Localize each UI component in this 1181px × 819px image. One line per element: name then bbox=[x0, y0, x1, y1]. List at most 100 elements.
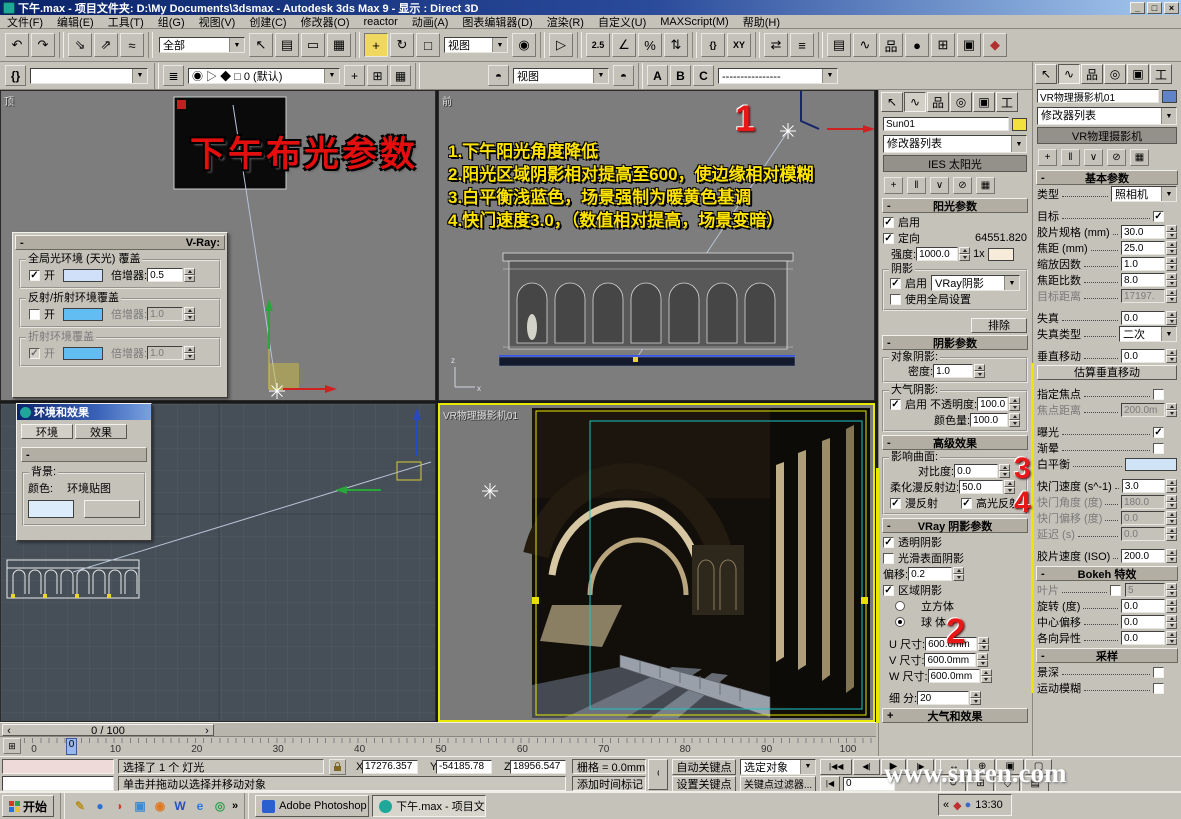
rollout-header[interactable]: -阳光参数 bbox=[882, 198, 1028, 213]
spinner-up-icon[interactable] bbox=[1166, 599, 1177, 606]
dropdown[interactable]: 照相机▼ bbox=[1111, 186, 1177, 202]
add-to-layer-icon[interactable]: ⊞ bbox=[367, 65, 388, 86]
ie-icon[interactable]: e bbox=[191, 797, 209, 815]
spinner-down-icon[interactable] bbox=[1166, 502, 1177, 509]
spinner-up-icon[interactable] bbox=[1166, 257, 1177, 264]
spinner-snap-icon[interactable]: ⇅ bbox=[664, 33, 688, 57]
spinner-up-icon[interactable] bbox=[970, 691, 981, 698]
bind-to-spacewarp-icon[interactable]: ≈ bbox=[120, 33, 144, 57]
maxscript-listener-input[interactable] bbox=[2, 776, 114, 791]
select-and-move-icon[interactable]: + bbox=[364, 33, 388, 57]
rollout-header[interactable]: -VRay 阴影参数 bbox=[882, 518, 1028, 533]
spinner-up-icon[interactable] bbox=[1166, 241, 1177, 248]
spinner-down-icon[interactable] bbox=[978, 644, 989, 651]
value-field[interactable]: 25.0 bbox=[1121, 241, 1165, 255]
window-crossing-icon[interactable]: ▦ bbox=[327, 33, 351, 57]
layer-dropdown[interactable]: ◉ ▷ ◆ □ 0 (默认)▼ bbox=[188, 68, 340, 84]
spinner[interactable] bbox=[1166, 241, 1177, 255]
menu-item-5[interactable]: 创建(C) bbox=[242, 14, 293, 30]
value-field[interactable]: 0.2 bbox=[908, 567, 952, 581]
checkbox[interactable] bbox=[961, 498, 972, 509]
curve-editor-icon[interactable]: ∿ bbox=[853, 33, 877, 57]
modify-tab-icon[interactable]: ∿ bbox=[904, 92, 926, 112]
value-field[interactable]: 0.0 bbox=[1121, 631, 1165, 645]
checkbox[interactable] bbox=[29, 309, 40, 320]
value-field[interactable]: 0.0 bbox=[1121, 349, 1165, 363]
selection-filter-dropdown[interactable]: 全部▼ bbox=[159, 37, 245, 53]
messenger-icon[interactable]: ◎ bbox=[211, 797, 229, 815]
value-field[interactable]: 0.0 bbox=[1121, 615, 1165, 629]
spinner-up-icon[interactable] bbox=[981, 669, 992, 676]
display-tab-icon[interactable]: ▣ bbox=[1127, 64, 1149, 84]
value-field[interactable]: 600.0mm bbox=[928, 669, 980, 683]
spinner-up-icon[interactable] bbox=[1166, 479, 1177, 486]
viewport-front-label[interactable]: 前 bbox=[442, 93, 452, 108]
value-field[interactable]: 8.0 bbox=[1121, 273, 1165, 287]
modifier-stack-item[interactable]: IES 太阳光 bbox=[883, 155, 1027, 172]
checkbox[interactable] bbox=[1153, 211, 1164, 222]
spinner[interactable] bbox=[1166, 403, 1177, 417]
z-coord-field[interactable]: 18956.547 bbox=[510, 760, 566, 774]
frame-forward-icon[interactable]: › bbox=[201, 725, 213, 735]
word-icon[interactable]: W bbox=[171, 797, 189, 815]
undo-icon[interactable]: ↶ bbox=[5, 33, 29, 57]
rollout-header[interactable]: -Bokeh 特效 bbox=[1036, 566, 1178, 581]
render-view-dropdown[interactable]: 视图▼ bbox=[513, 68, 609, 84]
select-and-scale-icon[interactable]: □ bbox=[416, 33, 440, 57]
value-field[interactable]: 0.0 bbox=[1121, 599, 1165, 613]
redo-icon[interactable]: ↷ bbox=[31, 33, 55, 57]
spinner-up-icon[interactable] bbox=[974, 364, 985, 371]
spinner[interactable] bbox=[1166, 495, 1177, 509]
background-color-swatch[interactable] bbox=[28, 500, 74, 518]
spinner-down-icon[interactable] bbox=[974, 371, 985, 378]
value-field[interactable]: 200.0m bbox=[1121, 403, 1165, 417]
spinner[interactable] bbox=[1166, 257, 1177, 271]
select-and-link-icon[interactable]: ⇘ bbox=[68, 33, 92, 57]
spinner[interactable] bbox=[1009, 397, 1020, 411]
checkbox[interactable] bbox=[1153, 389, 1164, 400]
menu-item-2[interactable]: 工具(T) bbox=[101, 14, 151, 30]
value-field[interactable]: 0.0 bbox=[1121, 311, 1165, 325]
mirror-icon[interactable]: ⇄ bbox=[764, 33, 788, 57]
menu-item-7[interactable]: reactor bbox=[357, 16, 405, 28]
motion-tab-icon[interactable]: ◎ bbox=[950, 92, 972, 112]
value-field[interactable]: 1000.0 bbox=[916, 247, 958, 261]
remove-modifier-icon[interactable]: ⊘ bbox=[1107, 149, 1126, 166]
reference-coordinate-dropdown[interactable]: 视图▼ bbox=[444, 37, 508, 53]
auto-key-button[interactable]: 自动关键点 bbox=[672, 759, 736, 775]
maximize-button[interactable]: □ bbox=[1147, 2, 1162, 14]
key-filters-button[interactable]: 关键点过滤器... bbox=[740, 776, 816, 792]
axis-constraint-icon[interactable]: XY bbox=[727, 33, 751, 57]
value-field[interactable]: 20 bbox=[917, 691, 969, 705]
make-unique-icon[interactable]: ∨ bbox=[1084, 149, 1103, 166]
render-preset-a-icon[interactable]: A bbox=[647, 65, 668, 86]
value-field[interactable]: 0.0 bbox=[1121, 511, 1165, 525]
value-field[interactable]: 0.0 bbox=[1121, 527, 1165, 541]
key-mode-dropdown[interactable]: 选定对象▼ bbox=[740, 759, 816, 775]
tray-icon-2[interactable]: ● bbox=[965, 799, 972, 812]
value-field[interactable]: 0.0 bbox=[954, 464, 998, 478]
spinner[interactable] bbox=[1166, 289, 1177, 303]
value-field[interactable]: 5 bbox=[1125, 583, 1165, 597]
object-color-swatch[interactable] bbox=[1162, 90, 1177, 103]
tray-icon-1[interactable]: ◆ bbox=[953, 799, 961, 812]
checkbox[interactable] bbox=[1153, 427, 1164, 438]
render-teapot-icon[interactable]: ◓ bbox=[613, 65, 634, 86]
spinner-down-icon[interactable] bbox=[1166, 606, 1177, 613]
layer-list-icon[interactable]: ≣ bbox=[163, 65, 184, 86]
spinner-up-icon[interactable] bbox=[1166, 549, 1177, 556]
spinner-down-icon[interactable] bbox=[1166, 638, 1177, 645]
menu-item-13[interactable]: 帮助(H) bbox=[736, 14, 787, 30]
render-preset-c-icon[interactable]: C bbox=[693, 65, 714, 86]
spinner-down-icon[interactable] bbox=[953, 574, 964, 581]
checkbox[interactable] bbox=[1153, 443, 1164, 454]
layer-manager-icon[interactable]: ▤ bbox=[827, 33, 851, 57]
pin-stack-icon[interactable]: + bbox=[1038, 149, 1057, 166]
dropdown[interactable]: 二次▼ bbox=[1119, 326, 1177, 342]
modifier-stack-item[interactable]: VR物理摄影机 bbox=[1037, 127, 1177, 144]
taskbar-item-max[interactable]: 下午.max - 项目文... bbox=[372, 795, 486, 817]
spinner-up-icon[interactable] bbox=[1166, 403, 1177, 410]
menu-item-3[interactable]: 组(G) bbox=[151, 14, 192, 30]
menu-item-11[interactable]: 自定义(U) bbox=[591, 14, 653, 30]
spinner[interactable] bbox=[184, 346, 195, 360]
